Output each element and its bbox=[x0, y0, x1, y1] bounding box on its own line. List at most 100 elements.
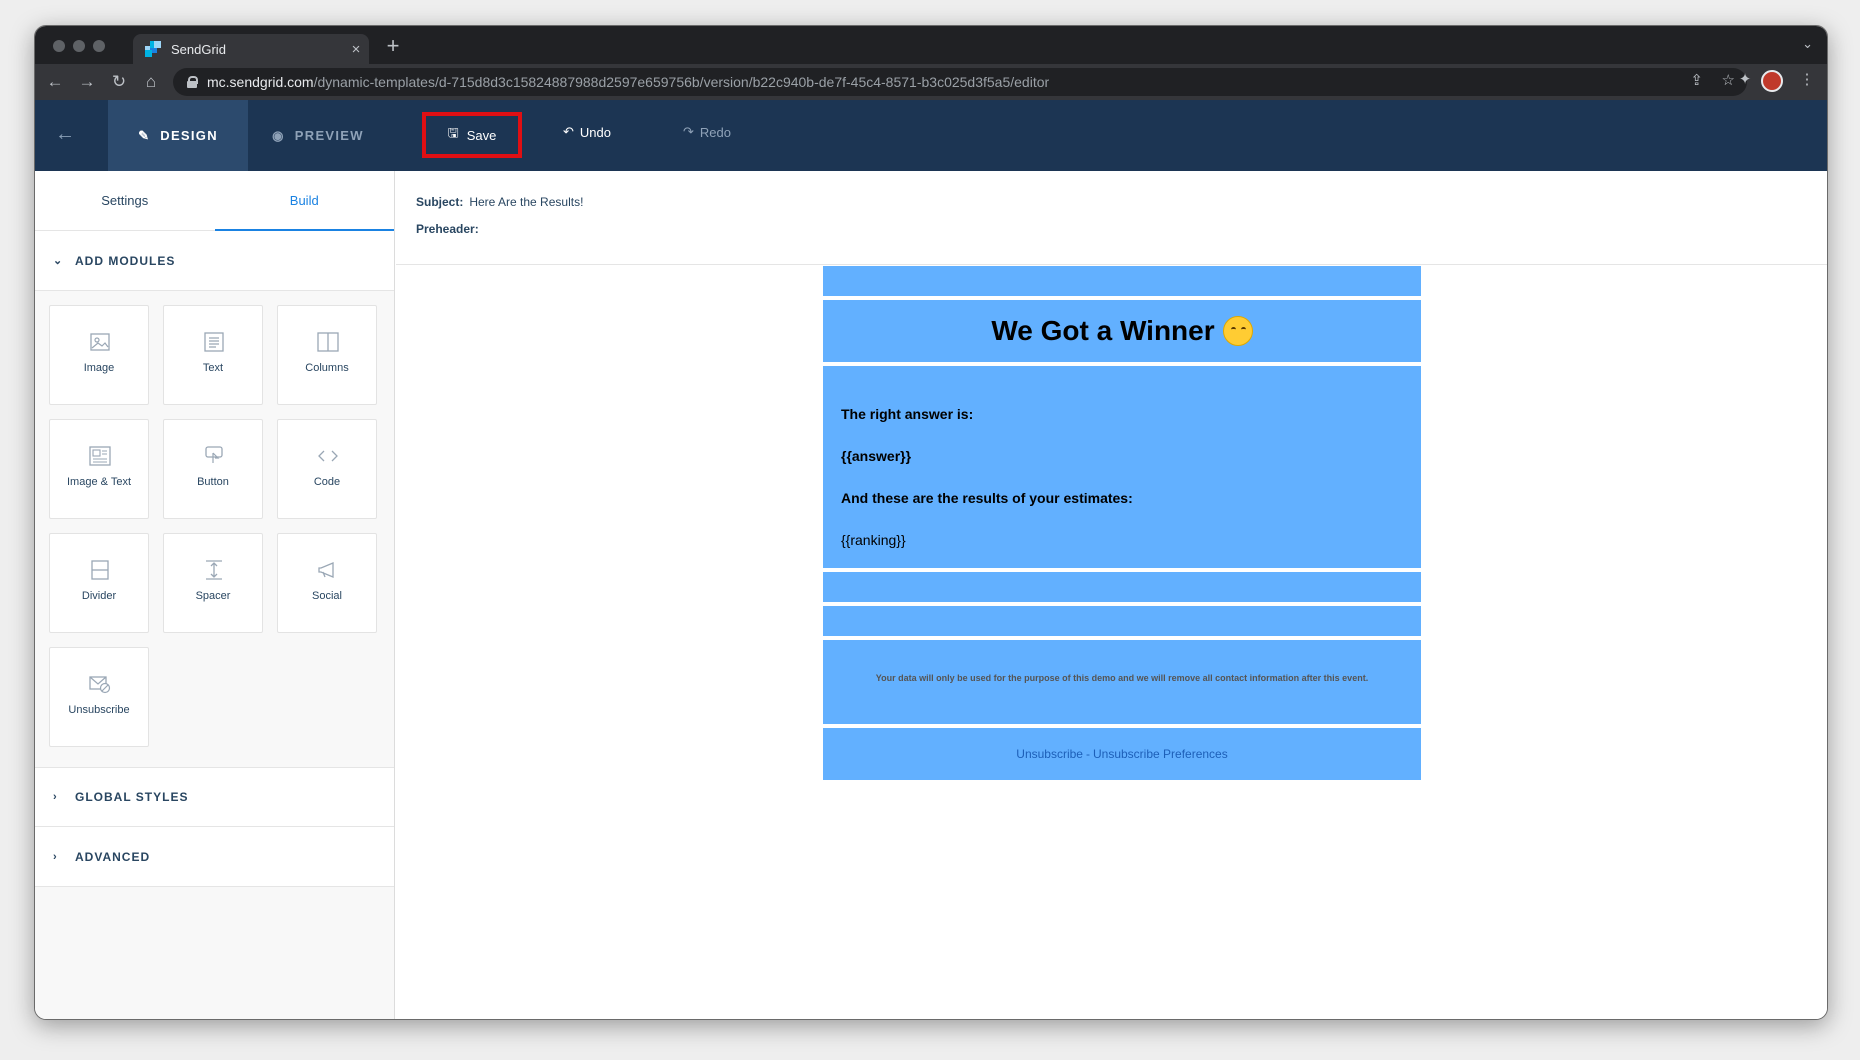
columns-icon bbox=[317, 332, 339, 352]
header-spacer-block[interactable] bbox=[823, 266, 1421, 296]
chevron-right-icon: › bbox=[53, 850, 58, 863]
email-title: We Got a Winner bbox=[991, 315, 1215, 346]
unsubscribe-block[interactable]: Unsubscribe - Unsubscribe Preferences bbox=[823, 728, 1421, 780]
sidebar-tabs: Settings Build bbox=[35, 171, 394, 231]
maximize-window-dot[interactable] bbox=[93, 40, 105, 52]
text-icon bbox=[204, 332, 224, 352]
browser-tab[interactable]: SendGrid × bbox=[133, 34, 369, 64]
module-spacer[interactable]: Spacer bbox=[163, 533, 263, 633]
code-icon bbox=[318, 450, 338, 462]
module-label: Code bbox=[313, 476, 341, 488]
modules-grid: Image Text Columns Image & Text Button C… bbox=[35, 291, 394, 767]
subject-value: Here Are the Results! bbox=[469, 195, 584, 209]
chevron-down-icon: ⌄ bbox=[53, 255, 64, 267]
undo-button[interactable]: ↶ Undo bbox=[563, 124, 611, 140]
save-label: Save bbox=[466, 127, 497, 143]
module-label: Spacer bbox=[195, 590, 231, 602]
save-button[interactable]: 🖫 Save bbox=[422, 112, 522, 158]
text-block[interactable]: The right answer is: {{answer}} And thes… bbox=[823, 366, 1421, 568]
module-image[interactable]: Image bbox=[49, 305, 149, 405]
browser-menu-icon[interactable]: ⋮ bbox=[1795, 70, 1819, 88]
answer-intro: The right answer is: bbox=[841, 406, 974, 422]
tab-design[interactable]: ✎ DESIGN bbox=[108, 100, 248, 171]
share-icon[interactable]: ⇪ bbox=[1690, 71, 1703, 89]
forward-icon[interactable]: → bbox=[75, 70, 99, 94]
browser-window: SendGrid × + ⌄ ← → ↻ ⌂ mc.sendgrid.com/d… bbox=[34, 25, 1828, 1020]
module-label: Image bbox=[83, 362, 115, 374]
design-label: DESIGN bbox=[160, 128, 218, 143]
tab-search-icon[interactable]: ⌄ bbox=[1802, 36, 1813, 52]
save-icon: 🖫 bbox=[447, 125, 459, 140]
home-icon[interactable]: ⌂ bbox=[139, 70, 163, 94]
sendgrid-logo-icon bbox=[145, 41, 161, 57]
email-preview: We Got a Winner The right answer is: {{a… bbox=[823, 266, 1421, 784]
profile-avatar[interactable] bbox=[1761, 70, 1783, 92]
module-text[interactable]: Text bbox=[163, 305, 263, 405]
ranking-placeholder: {{ranking}} bbox=[841, 532, 906, 548]
partying-face-icon bbox=[1222, 316, 1253, 346]
module-label: Unsubscribe bbox=[68, 704, 130, 716]
preheader-label: Preheader: bbox=[416, 222, 479, 236]
module-columns[interactable]: Columns bbox=[277, 305, 377, 405]
sidebar: Settings Build ⌄ ADD MODULES Image Text … bbox=[35, 171, 395, 1019]
redo-button[interactable]: ↷ Redo bbox=[683, 124, 731, 140]
tab-strip: SendGrid × + ⌄ bbox=[35, 26, 1827, 64]
link-separator: - bbox=[1085, 747, 1090, 761]
add-modules-header[interactable]: ⌄ ADD MODULES bbox=[35, 231, 394, 291]
undo-icon: ↶ bbox=[563, 124, 574, 139]
image-icon bbox=[90, 333, 110, 351]
close-window-dot[interactable] bbox=[53, 40, 65, 52]
module-button[interactable]: Button bbox=[163, 419, 263, 519]
tab-title: SendGrid bbox=[171, 41, 226, 57]
title-block[interactable]: We Got a Winner bbox=[823, 300, 1421, 362]
answer-placeholder: {{answer}} bbox=[841, 448, 912, 464]
module-label: Button bbox=[197, 476, 229, 488]
unsubscribe-preferences-link[interactable]: Unsubscribe Preferences bbox=[1093, 747, 1228, 761]
spacer-icon bbox=[206, 560, 222, 580]
undo-label: Undo bbox=[579, 124, 611, 140]
redo-label: Redo bbox=[699, 124, 731, 140]
image-text-icon bbox=[89, 446, 111, 466]
disclaimer-text: Your data will only be used for the purp… bbox=[875, 673, 1369, 683]
subject-label: Subject: bbox=[416, 195, 464, 209]
lock-icon bbox=[187, 76, 198, 88]
url-path: /dynamic-templates/d-715d8d3c15824887988… bbox=[313, 74, 1050, 90]
module-divider[interactable]: Divider bbox=[49, 533, 149, 633]
module-image-text[interactable]: Image & Text bbox=[49, 419, 149, 519]
subject-row[interactable]: Subject: Here Are the Results! bbox=[416, 195, 1827, 222]
global-styles-header[interactable]: › GLOBAL STYLES bbox=[35, 767, 394, 827]
module-label: Social bbox=[312, 590, 342, 602]
eye-icon: ◉ bbox=[272, 127, 285, 143]
module-label: Image & Text bbox=[67, 476, 131, 488]
back-arrow-icon[interactable]: ← bbox=[55, 123, 75, 146]
module-code[interactable]: Code bbox=[277, 419, 377, 519]
extensions-icon[interactable]: ✦ bbox=[1733, 70, 1757, 88]
add-modules-label: ADD MODULES bbox=[75, 253, 176, 268]
module-label: Columns bbox=[305, 362, 349, 374]
button-icon bbox=[205, 446, 223, 463]
pencil-icon: ✎ bbox=[138, 127, 151, 143]
redo-icon: ↷ bbox=[683, 124, 694, 139]
address-bar[interactable]: mc.sendgrid.com/dynamic-templates/d-715d… bbox=[173, 68, 1747, 96]
tab-preview[interactable]: ◉ PREVIEW bbox=[248, 100, 388, 171]
reload-icon[interactable]: ↻ bbox=[107, 70, 131, 94]
chevron-right-icon: › bbox=[53, 791, 58, 803]
editor-header: ← ✎ DESIGN ◉ PREVIEW 🖫 Save ↶ Undo ↷ Red… bbox=[35, 100, 1827, 171]
unsubscribe-link[interactable]: Unsubscribe bbox=[1016, 747, 1083, 761]
disclaimer-block[interactable]: Your data will only be used for the purp… bbox=[823, 640, 1421, 724]
browser-toolbar: ← → ↻ ⌂ mc.sendgrid.com/dynamic-template… bbox=[35, 64, 1827, 100]
spacer-block[interactable] bbox=[823, 606, 1421, 636]
preheader-row[interactable]: Preheader: bbox=[416, 222, 1827, 249]
spacer-block[interactable] bbox=[823, 572, 1421, 602]
tab-build[interactable]: Build bbox=[214, 171, 395, 231]
tab-close-icon[interactable]: × bbox=[343, 41, 369, 58]
new-tab-button[interactable]: + bbox=[381, 33, 405, 59]
module-social[interactable]: Social bbox=[277, 533, 377, 633]
advanced-header[interactable]: › ADVANCED bbox=[35, 827, 394, 887]
back-icon[interactable]: ← bbox=[43, 70, 67, 94]
module-label: Text bbox=[202, 362, 224, 374]
tab-settings[interactable]: Settings bbox=[35, 171, 215, 230]
divider-icon bbox=[91, 560, 109, 580]
minimize-window-dot[interactable] bbox=[73, 40, 85, 52]
module-unsubscribe[interactable]: Unsubscribe bbox=[49, 647, 149, 747]
